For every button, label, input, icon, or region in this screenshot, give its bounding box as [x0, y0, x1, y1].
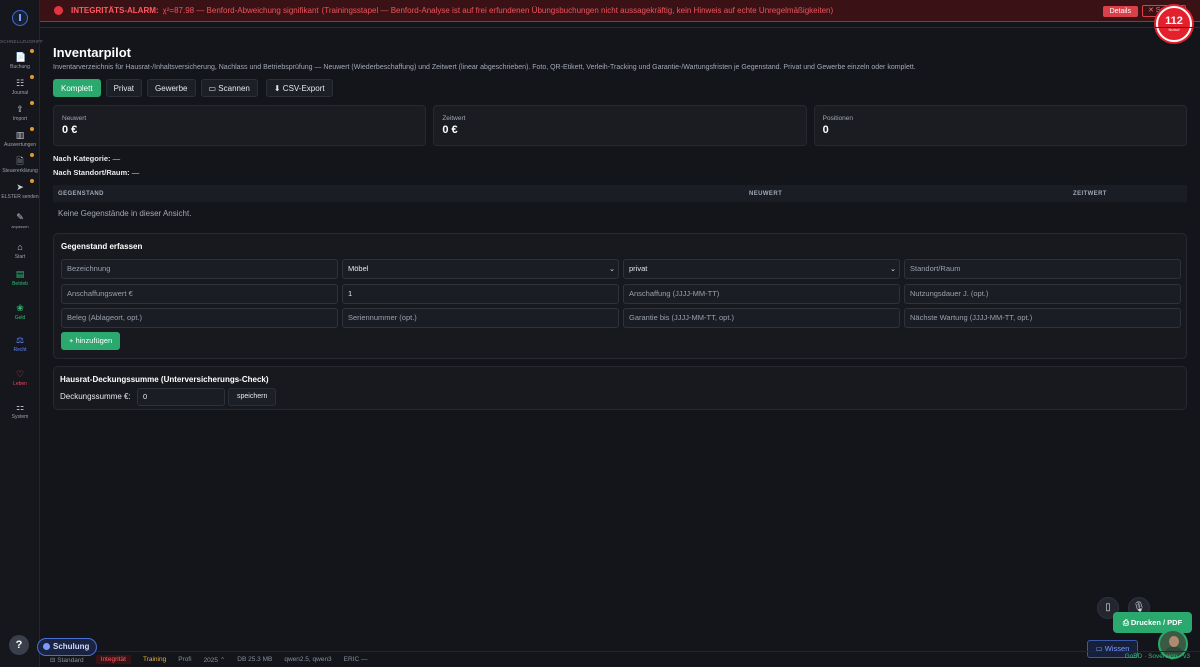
card-neuwert: Neuwert 0 € — [53, 105, 427, 146]
location-input[interactable]: Standort/Raum — [904, 259, 1181, 279]
favorite-dot-icon — [30, 179, 34, 183]
status-year[interactable]: 2025 ⌃ — [204, 656, 226, 664]
cost-input[interactable]: Anschaffungswert € — [61, 284, 338, 304]
name-input[interactable]: Bezeichnung — [61, 259, 338, 279]
money-icon: ❀ — [16, 303, 24, 313]
sidebar-item-recht[interactable]: ⚖ Recht — [0, 335, 40, 353]
gobd-status: GoBD · Sovereign · v3 — [1124, 653, 1190, 660]
favorite-dot-icon — [30, 101, 34, 105]
schulung-dot-icon — [43, 643, 50, 650]
status-models: qwen2.5, qwen3 — [284, 656, 332, 663]
heart-icon: ♡ — [15, 369, 25, 379]
sidebar-item-betrieb[interactable]: ▤ Betrieb — [0, 269, 40, 287]
purchase-date-input[interactable]: Anschaffung (JJJJ-MM-TT) — [623, 284, 900, 304]
send-icon: ➤ — [16, 182, 24, 192]
status-training-badge[interactable]: Training — [143, 656, 166, 663]
document-icon: 📄 — [15, 52, 27, 62]
inventory-table-header: GEGENSTAND NEUWERT ZEITWERT — [53, 185, 1187, 202]
status-bar: ⊟ Standard Integrität Training Profi 202… — [40, 651, 1200, 667]
sidebar-item-leben[interactable]: ♡ Leben — [0, 369, 40, 387]
tab-gewerbe[interactable]: Gewerbe — [147, 79, 196, 97]
csv-export-button[interactable]: ⬇ CSV-Export — [265, 79, 333, 97]
status-standard[interactable]: ⊟ Standard — [50, 656, 84, 664]
scan-button[interactable]: ▭ Scannen — [200, 79, 258, 97]
alarm-title: INTEGRITÄTS-ALARM: — [71, 6, 159, 15]
alarm-text: (Trainingsstapel — Benford-Analyse ist a… — [321, 6, 834, 15]
alert-dot-icon — [54, 6, 63, 15]
chart-icon: ▥ — [15, 130, 25, 140]
scope-tabs: Komplett Privat Gewerbe ▭ Scannen ⬇ CSV-… — [53, 79, 333, 97]
coverage-title: Hausrat-Deckungssumme (Unterversicherung… — [60, 375, 269, 384]
briefcase-icon: ▤ — [15, 269, 25, 279]
card-zeitwert: Zeitwert 0 € — [433, 105, 807, 146]
integrity-alarm-banner: INTEGRITÄTS-ALARM: χ²=87.98 — Benford-Ab… — [40, 0, 1200, 22]
help-button[interactable]: ? — [9, 635, 29, 655]
sidebar-item-journal[interactable]: ☷ Journal — [0, 75, 40, 96]
sidebar-item-steuererklaerung[interactable]: 🗎 Steuererklärung — [0, 153, 40, 174]
column-zeitwert: ZEITWERT — [1073, 190, 1107, 197]
status-integrity-badge[interactable]: Integrität — [95, 655, 131, 664]
header-divider — [40, 22, 1200, 28]
sidebar-item-start[interactable]: ⌂ Start — [0, 242, 40, 260]
sidebar-item-geld[interactable]: ❀ Geld — [0, 303, 40, 321]
page-title: Inventarpilot — [53, 45, 132, 60]
sidebar-item-import[interactable]: ⇪ Import — [0, 101, 40, 122]
alarm-details-button[interactable]: Details — [1102, 6, 1138, 17]
add-item-panel: Gegenstand erfassen Bezeichnung Möbel ⌄ p… — [53, 233, 1187, 359]
chevron-down-icon: ⌄ — [890, 266, 896, 273]
tab-komplett[interactable]: Komplett — [53, 79, 101, 97]
upload-icon: ⇪ — [16, 104, 24, 114]
receipt-input[interactable]: Beleg (Ablageort, opt.) — [61, 308, 338, 328]
list-icon: ☷ — [15, 78, 25, 88]
favorite-dot-icon — [30, 49, 34, 53]
table-empty-message: Keine Gegenstände in dieser Ansicht. — [58, 209, 192, 218]
schulung-button[interactable]: Schulung — [37, 638, 97, 656]
column-gegenstand: GEGENSTAND — [58, 190, 104, 197]
card-positionen: Positionen 0 — [813, 105, 1187, 146]
sidebar-section-title: SCHNELLZUGRIFF — [0, 39, 44, 44]
sidebar-item-system[interactable]: ⚏ System — [0, 402, 40, 420]
tab-privat[interactable]: Privat — [105, 79, 143, 97]
service-input[interactable]: Nächste Wartung (JJJJ-MM-TT, opt.) — [904, 308, 1181, 328]
aggregate-by-location: Nach Standort/Raum: — — [53, 168, 140, 177]
page-subtitle: Inventarverzeichnis für Hausrat-/Inhalts… — [53, 64, 916, 71]
status-eric: ERIC — — [343, 656, 368, 663]
column-neuwert: NEUWERT — [749, 190, 783, 197]
scale-icon: ⚖ — [15, 335, 25, 345]
summary-cards: Neuwert 0 € Zeitwert 0 € Positionen 0 — [53, 105, 1187, 146]
app-logo-icon[interactable] — [12, 10, 28, 26]
status-profi[interactable]: Profi — [178, 656, 191, 663]
favorite-dot-icon — [30, 127, 34, 131]
coverage-panel: Hausrat-Deckungssumme (Unterversicherung… — [53, 366, 1187, 410]
alarm-stat: χ²=87.98 — Benford-Abweichung signifikan… — [162, 6, 319, 15]
add-item-button[interactable]: + hinzufügen — [61, 332, 121, 350]
tax-document-icon: 🗎 — [16, 156, 24, 166]
quantity-input[interactable]: 1 — [342, 284, 619, 304]
serial-input[interactable]: Seriennummer (opt.) — [342, 308, 619, 328]
coverage-label: Deckungssumme €: — [60, 392, 131, 401]
warranty-input[interactable]: Garantie bis (JJJJ-MM-TT, opt.) — [623, 308, 900, 328]
favorite-dot-icon — [30, 153, 34, 157]
sidebar-item-buchung[interactable]: 📄 Buchung — [0, 49, 40, 70]
grid-icon: ⚏ — [15, 402, 25, 412]
pencil-icon: ✎ — [16, 212, 24, 222]
useful-life-input[interactable]: Nutzungsdauer J. (opt.) — [904, 284, 1181, 304]
add-item-title: Gegenstand erfassen — [61, 242, 143, 251]
coverage-input[interactable]: 0 — [137, 388, 225, 406]
status-db-size: DB 25.3 MB — [237, 656, 273, 663]
coverage-save-button[interactable]: speichern — [228, 388, 277, 406]
home-icon: ⌂ — [17, 242, 23, 252]
aggregate-by-category: Nach Kategorie: — — [53, 154, 121, 163]
sidebar-item-auswertungen[interactable]: ▥ Auswertungen — [0, 127, 40, 148]
favorite-dot-icon — [30, 75, 34, 79]
category-select[interactable]: Möbel ⌄ — [342, 259, 619, 279]
sidebar-item-elster[interactable]: ➤ ELSTER senden — [0, 179, 40, 200]
chevron-down-icon: ⌄ — [609, 266, 615, 273]
scope-select[interactable]: privat ⌄ — [623, 259, 900, 279]
sidebar-item-anpassen[interactable]: ✎ anpassen — [0, 212, 40, 229]
sidebar: SCHNELLZUGRIFF 📄 Buchung ☷ Journal ⇪ Import… — [0, 0, 44, 667]
